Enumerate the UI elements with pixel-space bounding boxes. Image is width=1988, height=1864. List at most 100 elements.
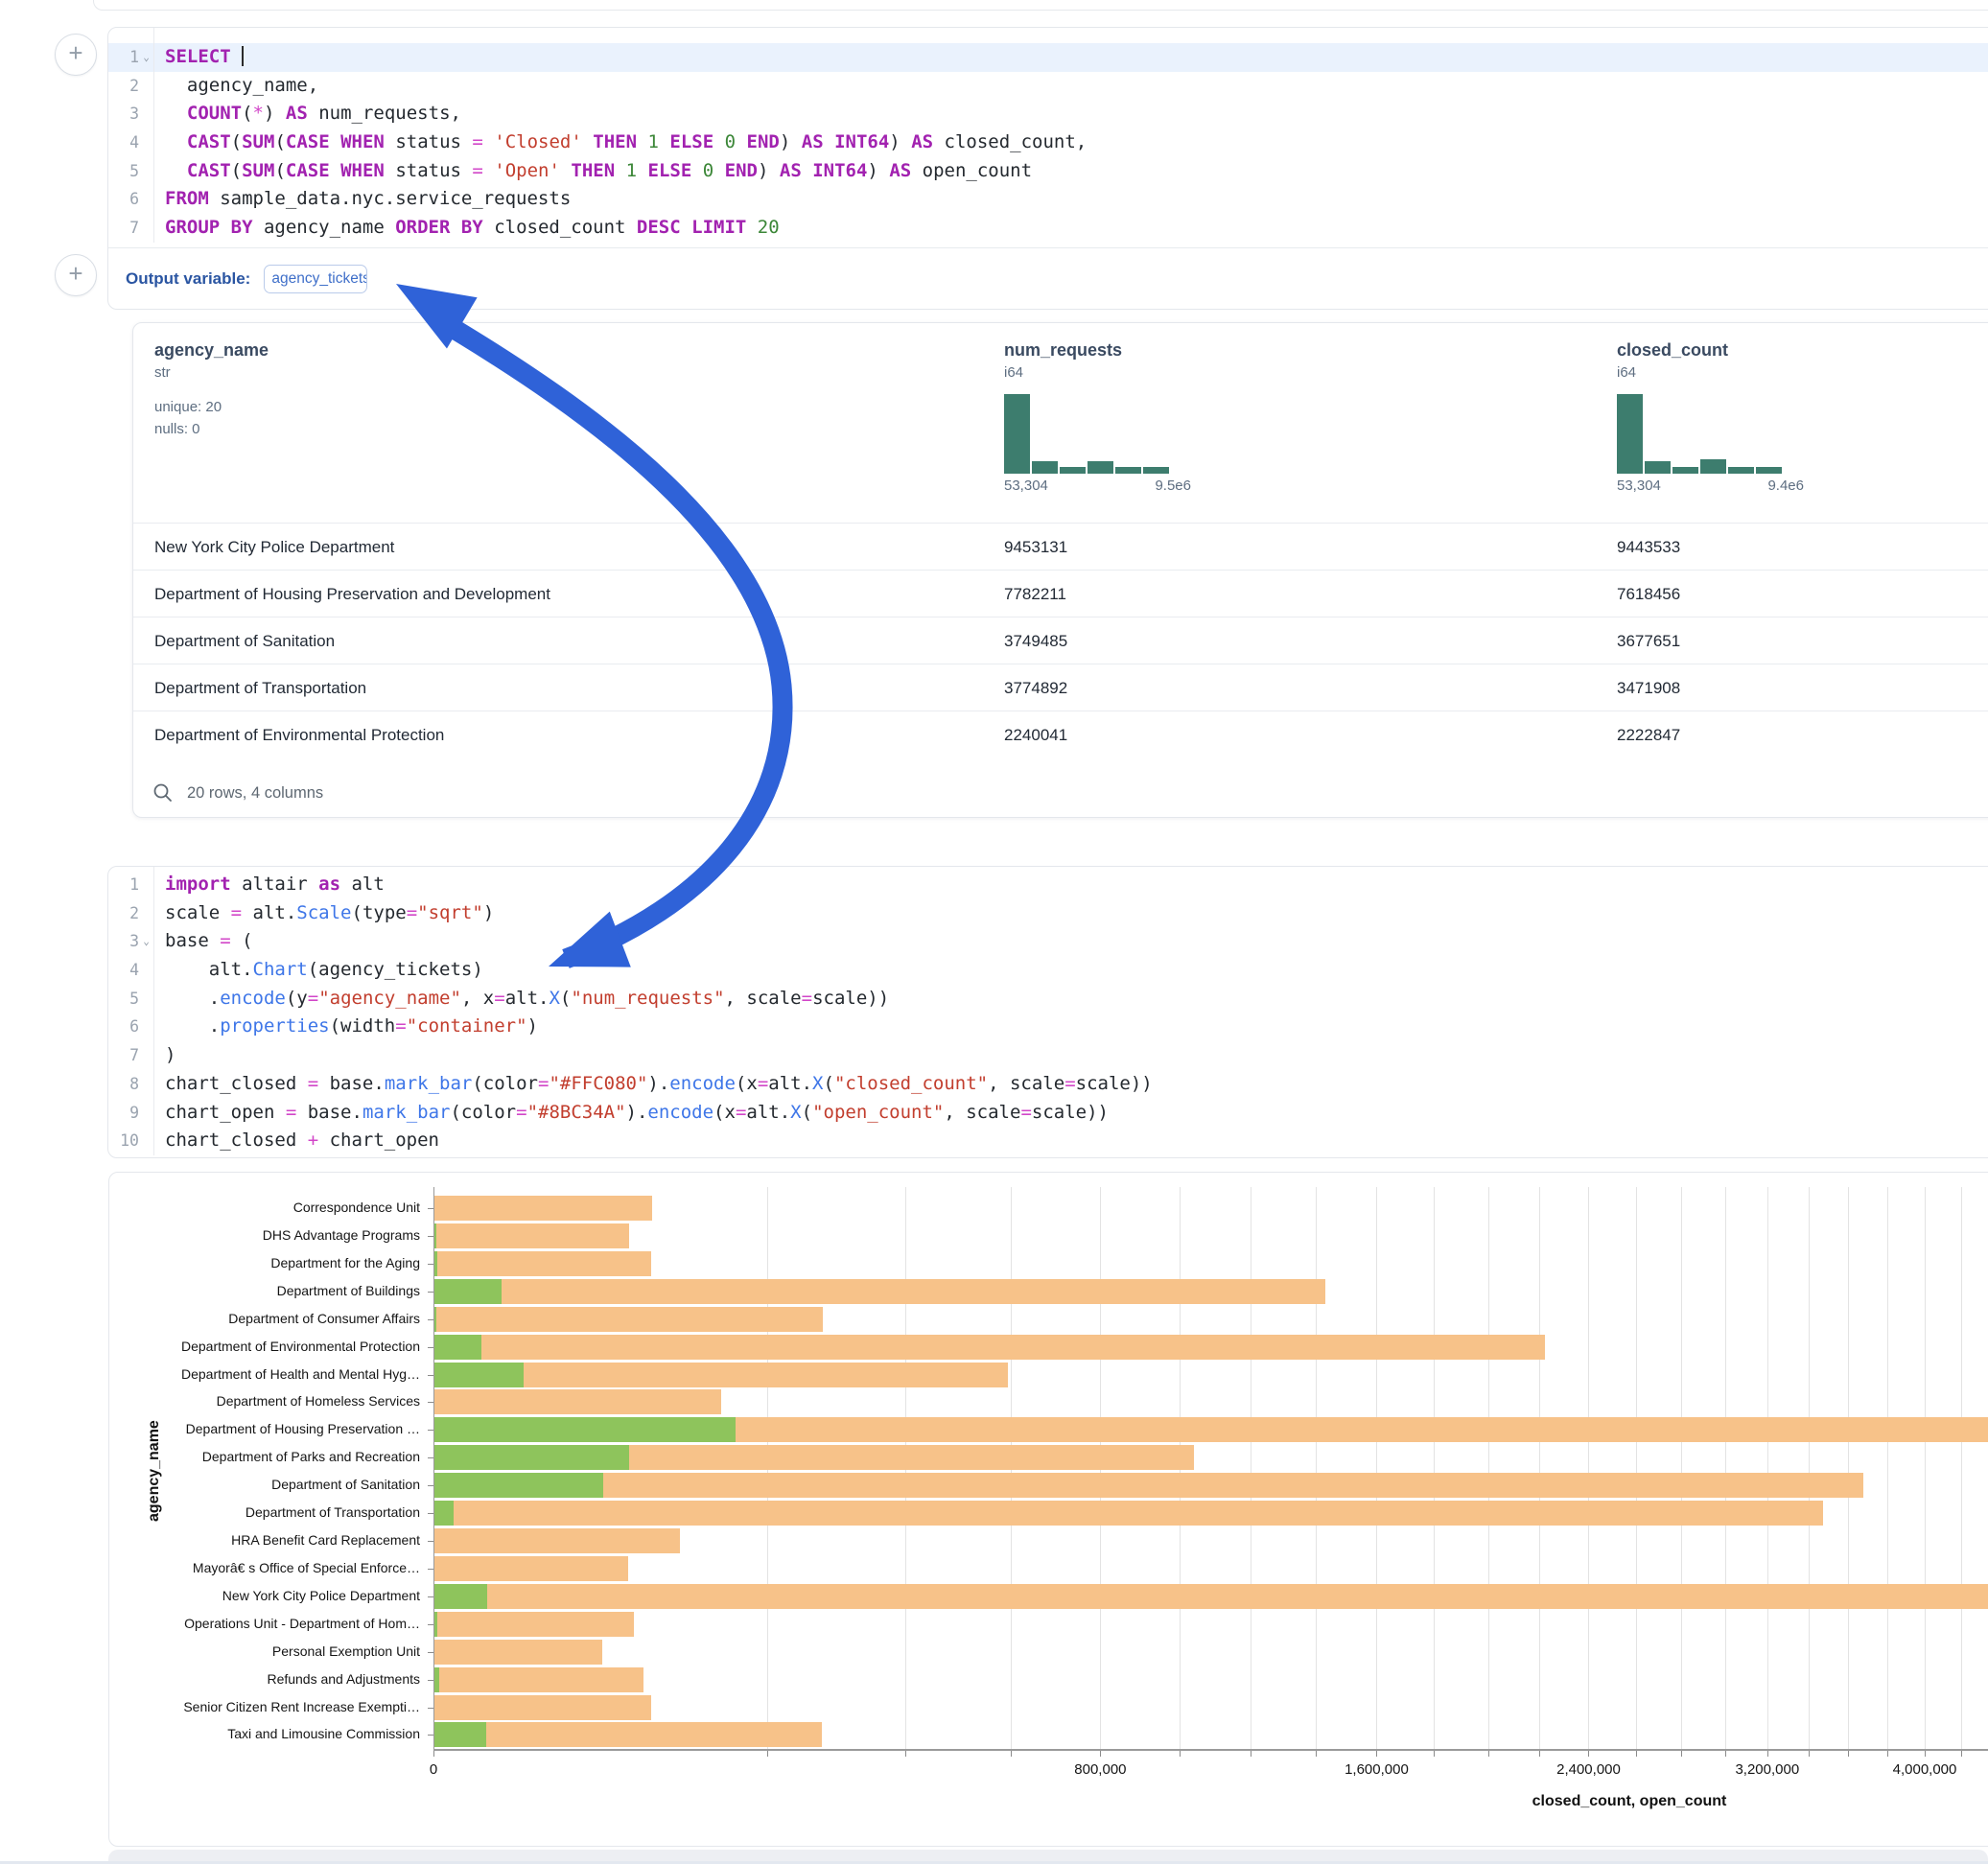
- output-variable-label: Output variable:: [126, 269, 250, 289]
- y-tick: [428, 1485, 433, 1486]
- y-axis-label: Correspondence Unit: [123, 1200, 420, 1215]
- table-cell: 9443533: [1617, 538, 1680, 557]
- code-line[interactable]: 2scale = alt.Scale(type="sqrt"): [108, 899, 1988, 928]
- table-cell: 3749485: [1004, 632, 1067, 651]
- bar-open: [434, 1335, 481, 1360]
- code-line[interactable]: 5 .encode(y="agency_name", x=alt.X("num_…: [108, 985, 1988, 1014]
- code-line[interactable]: 4 CAST(SUM(CASE WHEN status = 'Closed' T…: [108, 128, 1988, 157]
- column-stats: unique: 20nulls: 0: [154, 396, 269, 440]
- code-text: CAST(SUM(CASE WHEN status = 'Closed' THE…: [153, 128, 1087, 157]
- add-cell-button[interactable]: +: [55, 34, 97, 76]
- line-number: 3: [108, 100, 153, 128]
- y-tick: [428, 1652, 433, 1653]
- code-text: chart_closed = base.mark_bar(color="#FFC…: [153, 1070, 1153, 1099]
- y-axis-label: Department for the Aging: [123, 1255, 420, 1270]
- histogram-bar: [1088, 461, 1113, 474]
- code-line[interactable]: 4 alt.Chart(agency_tickets): [108, 956, 1988, 985]
- x-axis-tick-label: 4,000,000: [1848, 1761, 1988, 1778]
- line-number: 4: [108, 128, 153, 157]
- code-line[interactable]: 3 COUNT(*) AS num_requests,: [108, 100, 1988, 128]
- sql-cell[interactable]: 1⌄SELECT 2 agency_name,3 COUNT(*) AS num…: [107, 27, 1988, 310]
- table-cell: 2240041: [1004, 726, 1067, 745]
- y-tick: [428, 1457, 433, 1458]
- gridline: [1725, 1187, 1726, 1749]
- column-header-num-requests: num_requests i64 53,3049.5e6: [1004, 340, 1191, 494]
- x-tick: [1376, 1751, 1377, 1757]
- code-line[interactable]: 6 .properties(width="container"): [108, 1013, 1988, 1041]
- x-tick: [1636, 1751, 1637, 1757]
- code-line[interactable]: 3⌄base = (: [108, 927, 1988, 956]
- column-type: str: [154, 364, 269, 381]
- gridline: [1681, 1187, 1682, 1749]
- line-number: 1⌄: [108, 43, 153, 72]
- x-tick: [1100, 1751, 1101, 1757]
- fold-chevron-icon[interactable]: ⌄: [139, 927, 153, 956]
- histogram-bar: [1143, 467, 1169, 474]
- histogram-range-labels: 53,3049.4e6: [1617, 478, 1804, 494]
- sql-code-editor[interactable]: 1⌄SELECT 2 agency_name,3 COUNT(*) AS num…: [108, 28, 1988, 243]
- column-type: i64: [1617, 364, 1804, 381]
- bar-open: [434, 1612, 437, 1637]
- histogram-bar: [1060, 467, 1086, 474]
- output-variable-bar: Output variable: agency_tickets: [108, 248, 1988, 309]
- altair-chart: 0800,0001,600,0002,400,0003,200,0004,000…: [108, 1172, 1988, 1847]
- add-cell-button-2[interactable]: +: [55, 254, 97, 296]
- code-line[interactable]: 9chart_open = base.mark_bar(color="#8BC3…: [108, 1099, 1988, 1128]
- histogram-closed-count: [1617, 394, 1804, 474]
- python-cell[interactable]: 1import altair as alt2scale = alt.Scale(…: [107, 866, 1988, 1158]
- table-cell: 2222847: [1617, 726, 1680, 745]
- fold-chevron-icon[interactable]: ⌄: [139, 43, 153, 72]
- line-number: 4: [108, 956, 153, 985]
- gridline: [1376, 1187, 1377, 1749]
- y-axis-label: Department of Parks and Recreation: [123, 1449, 420, 1464]
- bar-closed: [434, 1528, 680, 1553]
- y-axis-label: Department of Environmental Protection: [123, 1339, 420, 1354]
- table-footer: 20 rows, 4 columns: [152, 782, 323, 804]
- x-tick: [1488, 1751, 1489, 1757]
- gridline: [1767, 1187, 1768, 1749]
- code-line[interactable]: 2 agency_name,: [108, 72, 1988, 101]
- search-icon[interactable]: [152, 782, 174, 804]
- gridline: [1588, 1187, 1589, 1749]
- y-tick: [428, 1236, 433, 1237]
- x-tick: [1539, 1751, 1540, 1757]
- x-tick: [1434, 1751, 1435, 1757]
- code-line[interactable]: 1import altair as alt: [108, 871, 1988, 899]
- x-tick: [1887, 1751, 1888, 1757]
- gridline: [1887, 1187, 1888, 1749]
- code-line[interactable]: 7GROUP BY agency_name ORDER BY closed_co…: [108, 214, 1988, 243]
- x-tick: [1925, 1751, 1926, 1757]
- x-axis-tick-label: 0: [357, 1761, 510, 1778]
- python-code-editor[interactable]: 1import altair as alt2scale = alt.Scale(…: [108, 867, 1988, 1155]
- table-cell: 3774892: [1004, 679, 1067, 698]
- histogram-bar: [1700, 459, 1726, 474]
- line-number: 9: [108, 1099, 153, 1128]
- x-tick: [1011, 1751, 1012, 1757]
- y-tick: [428, 1735, 433, 1736]
- histogram-bar: [1672, 467, 1698, 474]
- y-tick: [428, 1513, 433, 1514]
- bar-closed: [434, 1389, 721, 1414]
- gridline: [1488, 1187, 1489, 1749]
- code-line[interactable]: 7): [108, 1041, 1988, 1070]
- histogram-bar: [1032, 461, 1058, 474]
- output-variable-pill[interactable]: agency_tickets: [264, 265, 367, 293]
- y-axis-label: Department of Sanitation: [123, 1477, 420, 1492]
- line-number: 7: [108, 1041, 153, 1070]
- y-tick: [428, 1402, 433, 1403]
- code-text: COUNT(*) AS num_requests,: [153, 100, 461, 128]
- histogram-range-labels: 53,3049.5e6: [1004, 478, 1191, 494]
- x-tick: [767, 1751, 768, 1757]
- code-line[interactable]: 6FROM sample_data.nyc.service_requests: [108, 185, 1988, 214]
- bar-closed: [434, 1640, 602, 1665]
- code-line[interactable]: 5 CAST(SUM(CASE WHEN status = 'Open' THE…: [108, 157, 1988, 186]
- x-tick: [1809, 1751, 1810, 1757]
- y-axis-label: HRA Benefit Card Replacement: [123, 1532, 420, 1548]
- y-axis-title: agency_name: [146, 1420, 163, 1522]
- code-line[interactable]: 10chart_closed + chart_open: [108, 1127, 1988, 1155]
- column-title: agency_name: [154, 340, 269, 361]
- gridline: [1316, 1187, 1317, 1749]
- histogram-bar: [1004, 394, 1030, 474]
- code-line[interactable]: 1⌄SELECT: [108, 43, 1988, 72]
- code-line[interactable]: 8chart_closed = base.mark_bar(color="#FF…: [108, 1070, 1988, 1099]
